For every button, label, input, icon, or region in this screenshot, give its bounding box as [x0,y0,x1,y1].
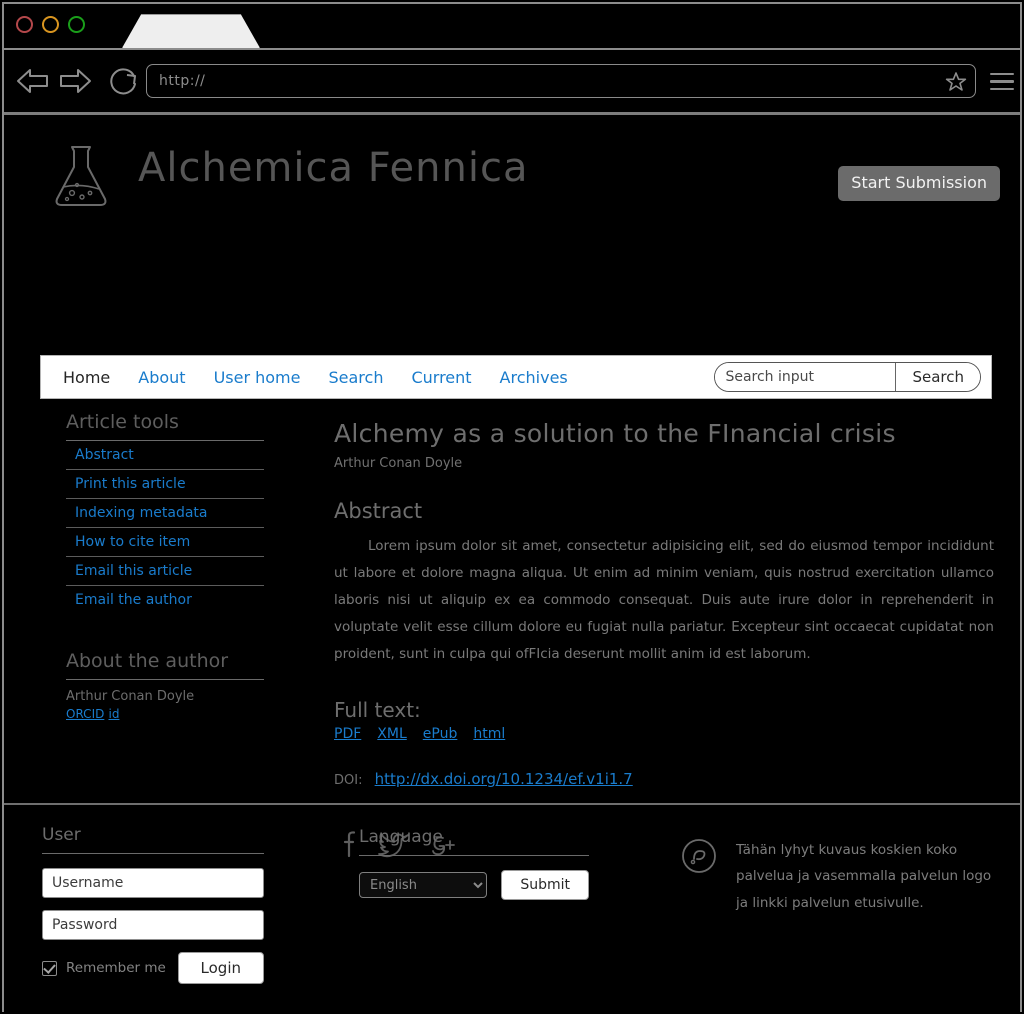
footer-divider [4,803,1020,805]
article-author: Arthur Conan Doyle [334,456,463,471]
footer-language-block: Language English Submit [359,827,589,900]
author-name: Arthur Conan Doyle [66,689,195,704]
abstract-text: Lorem ipsum dolor sit amet, consectetur … [334,538,994,662]
password-field[interactable] [42,910,264,940]
list-item: Email this article [66,557,264,586]
nav-item-archives[interactable]: Archives [500,368,568,387]
site-title: Alchemica Fennica [138,145,529,191]
list-item: Indexing metadata [66,499,264,528]
window-controls [16,16,85,33]
article-tools-heading: Article tools [66,411,264,441]
sidebar-item-how-to-cite[interactable]: How to cite item [66,528,264,556]
browser-titlebar [4,4,1020,50]
search-input[interactable] [715,363,896,391]
article-main: Alchemy as a solution to the FInancial c… [334,411,994,862]
close-dot[interactable] [16,16,33,33]
back-arrow-icon[interactable] [16,66,50,96]
forward-arrow-icon[interactable] [58,66,92,96]
browser-tab[interactable] [122,14,260,48]
main-navigation: Home About User home Search Current Arch… [40,355,992,399]
list-item: Print this article [66,470,264,499]
url-text: http:// [159,73,206,89]
list-item: Email the author [66,586,264,614]
sidebar-item-indexing[interactable]: Indexing metadata [66,499,264,527]
format-link-xml[interactable]: XML [377,726,406,742]
sidebar-item-email-article[interactable]: Email this article [66,557,264,585]
list-item: How to cite item [66,528,264,557]
remember-me-row: Remember me Login [42,952,264,984]
nav-item-user-home[interactable]: User home [214,368,301,387]
star-icon[interactable] [945,71,967,93]
doi-row: DOI: http://dx.doi.org/10.1234/ef.v1i1.7 [334,770,994,788]
doi-link[interactable]: http://dx.doi.org/10.1234/ef.v1i1.7 [375,770,633,788]
remember-me-checkbox[interactable] [42,960,57,976]
format-link-pdf[interactable]: PDF [334,726,361,742]
login-button[interactable]: Login [177,952,264,984]
abstract-heading: Abstract [334,499,423,523]
format-link-epub[interactable]: ePub [423,726,458,742]
language-row: English Submit [359,870,589,900]
orcid-id-label: id [108,706,120,721]
browser-frame: http:// Alchemica Fennica Start Submissi… [2,2,1022,1012]
full-text-format-links: PDF XML ePub html [334,726,994,742]
page-title: Alchemy as a solution to the FInancial c… [334,419,896,448]
url-bar[interactable]: http:// [146,64,976,98]
minimize-dot[interactable] [42,16,59,33]
username-field[interactable] [42,868,264,898]
nav-item-current[interactable]: Current [411,368,471,387]
language-submit-button[interactable]: Submit [501,870,589,900]
service-logo-icon [680,837,718,879]
browser-toolbar: http:// [4,50,1020,115]
footer-description-block: Tähän lyhyt kuvaus koskien koko palvelua… [680,837,1000,916]
sidebar-item-email-author[interactable]: Email the author [66,586,264,614]
site-footer: User Remember me Login Language English [4,809,1020,1012]
article-tools-list: Abstract Print this article Indexing met… [66,441,264,614]
page-content: Alchemica Fennica Start Submission Home … [4,115,1020,1012]
maximize-dot[interactable] [68,16,85,33]
nav-search-group: Search [714,362,981,392]
erlenmeyer-flask-icon [50,143,112,209]
author-info: Arthur Conan Doyle ORCID id [66,680,264,723]
sidebar-item-print[interactable]: Print this article [66,470,264,498]
footer-user-block: User Remember me Login [42,825,264,984]
browser-window: http:// Alchemica Fennica Start Submissi… [0,0,1024,1014]
nav-item-search[interactable]: Search [328,368,383,387]
format-link-html[interactable]: html [473,726,505,742]
doi-label: DOI: [334,773,363,788]
about-author-heading: About the author [66,650,264,680]
sidebar-item-abstract[interactable]: Abstract [66,441,264,469]
site-masthead: Alchemica Fennica Start Submission [4,115,1020,221]
language-select[interactable]: English [359,872,488,898]
hamburger-menu-icon[interactable] [990,73,1014,91]
full-text-heading: Full text: [334,698,421,722]
remember-me-label: Remember me [66,960,166,976]
sidebar: Article tools Abstract Print this articl… [66,411,264,723]
footer-language-heading: Language [359,827,589,856]
about-the-author-block: About the author Arthur Conan Doyle ORCI… [66,650,264,723]
footer-description-text: Tähän lyhyt kuvaus koskien koko palvelua… [736,842,992,911]
description-row: Tähän lyhyt kuvaus koskien koko palvelua… [680,837,1000,916]
start-submission-button[interactable]: Start Submission [838,166,1000,201]
list-item: Abstract [66,441,264,470]
nav-links: Home About User home Search Current Arch… [63,368,568,387]
footer-user-heading: User [42,825,264,854]
reload-icon[interactable] [107,64,141,98]
search-button[interactable]: Search [895,363,980,391]
orcid-link[interactable]: ORCID [66,707,104,721]
nav-item-home[interactable]: Home [63,368,110,387]
nav-item-about[interactable]: About [138,368,185,387]
